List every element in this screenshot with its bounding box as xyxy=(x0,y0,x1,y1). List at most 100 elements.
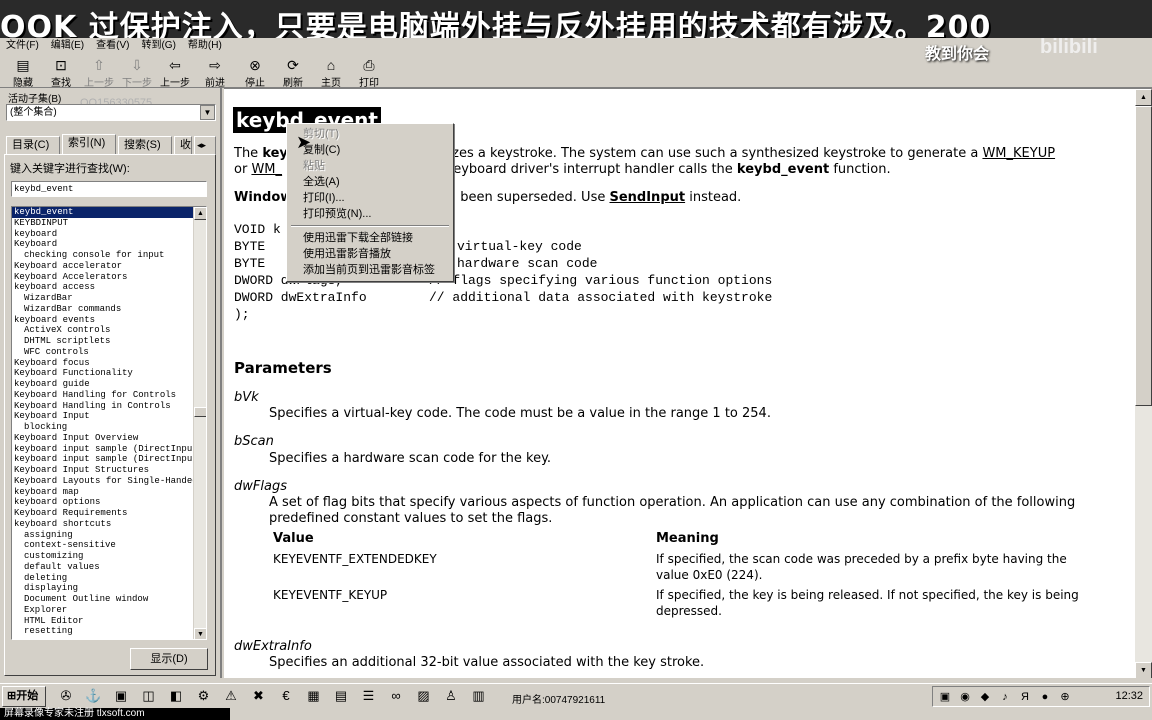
index-list-item[interactable]: keyboard map xyxy=(12,487,193,498)
index-scrollbar[interactable]: ▲ ▼ xyxy=(193,207,206,639)
index-list-item[interactable]: deleting xyxy=(12,573,193,584)
tab[interactable]: 索引(N) xyxy=(62,134,116,154)
ime-icon[interactable]: Я xyxy=(1017,689,1033,705)
keyword-input[interactable]: keybd_event xyxy=(11,181,207,197)
scroll-down-icon[interactable]: ▼ xyxy=(1135,662,1152,678)
index-list-item[interactable]: KEYBDINPUT xyxy=(12,218,193,229)
display-button[interactable]: 显示(D) xyxy=(130,648,208,670)
app-icon[interactable]: ⚓ xyxy=(84,687,104,705)
index-list-item[interactable]: Keyboard focus xyxy=(12,358,193,369)
toolbar-button[interactable]: ⇧ 上一步 xyxy=(80,56,118,89)
index-list-item[interactable]: Keyboard Requirements xyxy=(12,508,193,519)
app-icon[interactable]: ⚠ xyxy=(221,687,241,705)
index-list-item[interactable]: Keyboard Input Overview xyxy=(12,433,193,444)
menu-item[interactable]: 帮助(H) xyxy=(182,38,228,54)
network-icon[interactable]: ▣ xyxy=(937,689,953,705)
toolbar-button[interactable]: ⊗ 停止 xyxy=(236,56,274,89)
menu-item[interactable]: 编辑(E) xyxy=(45,38,90,54)
index-list-item[interactable]: Keyboard Handling in Controls xyxy=(12,401,193,412)
context-menu-item[interactable]: 使用迅雷影音播放 xyxy=(289,246,451,262)
tab[interactable]: 收 xyxy=(174,136,192,154)
toolbar-button[interactable]: ⟳ 刷新 xyxy=(274,56,312,89)
toolbar-button[interactable]: ⊡ 查找 xyxy=(42,56,80,89)
index-list-item[interactable]: customizing xyxy=(12,551,193,562)
context-menu-item[interactable]: 打印预览(N)... xyxy=(289,206,451,222)
index-list-item[interactable]: Keyboard Input Structures xyxy=(12,465,193,476)
app-icon[interactable]: ▤ xyxy=(331,687,351,705)
context-menu-item[interactable]: 全选(A) xyxy=(289,174,451,190)
index-list-item[interactable]: displaying xyxy=(12,583,193,594)
index-list-item[interactable]: Keyboard Layouts for Single-Handed xyxy=(12,476,193,487)
scroll-up-icon[interactable]: ▲ xyxy=(1135,89,1152,106)
context-menu-item[interactable]: 使用迅雷下载全部链接 xyxy=(289,230,451,246)
index-list-item[interactable]: checking console for input xyxy=(12,250,193,261)
toolbar-button[interactable]: ⇩ 下一步 xyxy=(118,56,156,89)
security-icon[interactable]: ◆ xyxy=(977,689,993,705)
link-wm-keydown[interactable]: WM_ xyxy=(251,162,282,177)
content-scrollbar[interactable]: ▲ ▼ xyxy=(1135,89,1152,678)
index-list-item[interactable]: assigning xyxy=(12,530,193,541)
subset-select[interactable]: (整个集合) ▼ xyxy=(6,104,216,121)
tab[interactable]: 搜索(S) xyxy=(118,136,172,154)
context-menu-item[interactable]: 复制(C) xyxy=(289,142,451,158)
app-icon[interactable]: € xyxy=(276,687,296,705)
app-icon[interactable]: ◧ xyxy=(166,687,186,705)
app-icon[interactable]: ◫ xyxy=(139,687,159,705)
index-list-item[interactable]: ActiveX controls xyxy=(12,325,193,336)
index-list-item[interactable]: Keyboard Handling for Controls xyxy=(12,390,193,401)
toolbar-button[interactable]: ⇨ 前进 xyxy=(196,56,234,89)
index-list-item[interactable]: keybd_event xyxy=(12,207,193,218)
toolbar-button[interactable]: ⇦ 上一步 xyxy=(156,56,194,89)
index-list-item[interactable]: context-sensitive xyxy=(12,540,193,551)
index-list-item[interactable]: resetting xyxy=(12,626,193,637)
index-list-item[interactable]: HTML Editor xyxy=(12,616,193,627)
app-icon[interactable]: ▣ xyxy=(111,687,131,705)
app-icon[interactable]: ⚙ xyxy=(194,687,214,705)
index-list[interactable]: keybd_event KEYBDINPUT keyboard Keyboard che… xyxy=(11,206,207,640)
tab-scroll-arrows-icon[interactable]: ◂▸ xyxy=(194,136,216,154)
app-icon[interactable]: ▦ xyxy=(304,687,324,705)
volume-icon[interactable]: ♪ xyxy=(997,689,1013,705)
index-list-item[interactable]: keyboard xyxy=(12,229,193,240)
scroll-down-icon[interactable]: ▼ xyxy=(194,628,206,639)
index-list-item[interactable]: Document Outline window xyxy=(12,594,193,605)
app-icon[interactable]: ✖ xyxy=(249,687,269,705)
midi-icon[interactable]: ▥ xyxy=(469,687,489,705)
index-list-item[interactable]: blocking xyxy=(12,422,193,433)
context-menu-item[interactable]: 添加当前页到迅雷影音标签 xyxy=(289,262,451,278)
index-list-item[interactable]: Keyboard xyxy=(12,239,193,250)
menu-item[interactable]: 文件(F) xyxy=(0,38,45,54)
tab[interactable]: 目录(C) xyxy=(6,136,60,154)
chevron-down-icon[interactable]: ▼ xyxy=(200,105,215,120)
tray-app-icon[interactable]: ◉ xyxy=(957,689,973,705)
context-menu-item[interactable]: 粘贴 xyxy=(289,158,451,174)
index-list-item[interactable]: DHTML scriptlets xyxy=(12,336,193,347)
index-list-item[interactable]: Keyboard accelerator xyxy=(12,261,193,272)
index-list-item[interactable]: keyboard input sample (DirectInput xyxy=(12,444,193,455)
start-button[interactable]: ⊞开始 xyxy=(2,686,46,707)
toolbar-button[interactable]: ▤ 隐藏 xyxy=(4,56,42,89)
toolbar-button[interactable]: ⌂ 主页 xyxy=(312,56,350,89)
index-list-item[interactable]: WFC controls xyxy=(12,347,193,358)
index-list-item[interactable]: default values xyxy=(12,562,193,573)
app-icon[interactable]: ▨ xyxy=(414,687,434,705)
app-icon[interactable]: ∞ xyxy=(386,687,406,705)
link-wm-keyup[interactable]: WM_KEYUP xyxy=(982,146,1055,161)
context-menu-item[interactable]: 剪切(T) xyxy=(289,126,451,142)
app-icon[interactable]: ☰ xyxy=(359,687,379,705)
toolbar-button[interactable]: ⎙ 打印 xyxy=(350,56,388,89)
index-list-item[interactable]: Explorer xyxy=(12,605,193,616)
scroll-thumb[interactable] xyxy=(194,407,206,417)
index-list-item[interactable]: WizardBar xyxy=(12,293,193,304)
tray-app-icon[interactable]: ⊕ xyxy=(1057,689,1073,705)
scroll-thumb[interactable] xyxy=(1135,106,1152,406)
index-list-item[interactable]: keyboard events xyxy=(12,315,193,326)
tray-app-icon[interactable]: ● xyxy=(1037,689,1053,705)
context-menu-item[interactable]: 打印(I)... xyxy=(289,190,451,206)
link-sendinput[interactable]: SendInput xyxy=(609,190,685,205)
menu-item[interactable]: 转到(G) xyxy=(135,38,181,54)
clock[interactable]: 12:32 xyxy=(1115,690,1143,702)
app-icon[interactable]: ♙ xyxy=(441,687,461,705)
menu-item[interactable]: 查看(V) xyxy=(90,38,135,54)
index-list-item[interactable]: keyboard input sample (DirectInput xyxy=(12,454,193,465)
